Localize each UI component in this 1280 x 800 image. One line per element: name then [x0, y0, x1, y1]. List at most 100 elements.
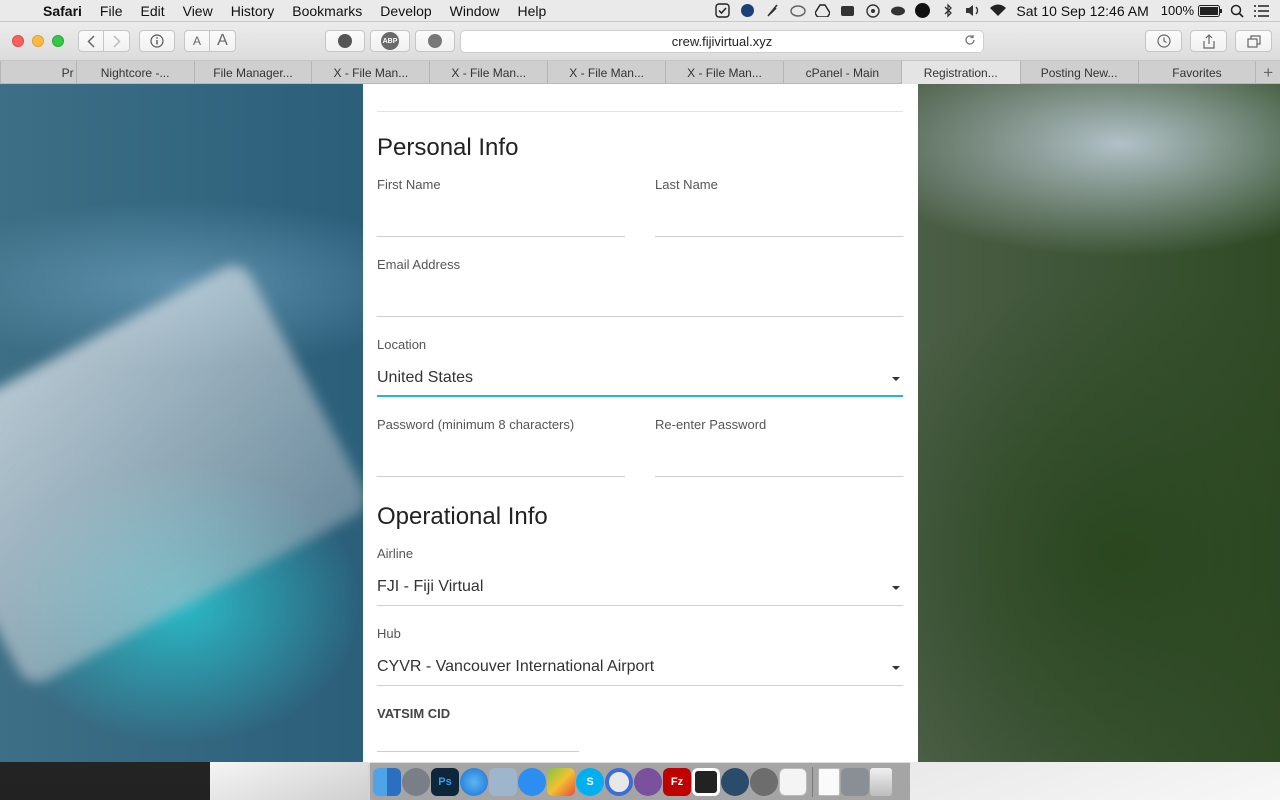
filezilla-icon[interactable]: Fz: [663, 767, 691, 796]
grammarly-extension-button[interactable]: [415, 30, 455, 52]
menu-file[interactable]: File: [91, 3, 132, 19]
adblock-extension-button[interactable]: ABP: [370, 30, 410, 52]
menu-bookmarks[interactable]: Bookmarks: [283, 3, 371, 19]
shield-extension-button[interactable]: [325, 30, 365, 52]
first-name-label: First Name: [377, 177, 441, 192]
document-stack-icon[interactable]: [818, 767, 840, 796]
finder-icon[interactable]: [373, 767, 401, 796]
tab-1[interactable]: Pr: [0, 61, 77, 84]
citrix-icon[interactable]: [692, 767, 720, 796]
textedit-icon[interactable]: [779, 767, 807, 796]
skype-icon[interactable]: S: [576, 767, 604, 796]
location-select-underline: [377, 395, 903, 397]
adblock-icon: ABP: [381, 32, 399, 50]
vatsim-cid-label: VATSIM CID: [377, 706, 451, 721]
re-enter-password-field[interactable]: [655, 476, 903, 477]
history-button[interactable]: [1145, 30, 1182, 52]
dropbox-icon[interactable]: [835, 0, 860, 22]
increase-font-button[interactable]: A: [210, 30, 236, 52]
wifi-icon[interactable]: [985, 0, 1010, 22]
re-enter-password-label: Re-enter Password: [655, 417, 767, 432]
menu-app-name[interactable]: Safari: [34, 3, 91, 19]
safari-toolbar: A A ABP crew.fijivirtual.xyz: [0, 22, 1280, 61]
tab-label: X - File Man...: [333, 65, 409, 80]
new-tab-button[interactable]: +: [1256, 61, 1280, 84]
menu-history[interactable]: History: [222, 3, 284, 19]
fullscreen-window-button[interactable]: [52, 35, 64, 47]
tab-3[interactable]: File Manager...: [195, 61, 313, 84]
feather-status-icon[interactable]: [760, 0, 785, 22]
background-photo-wing: [0, 258, 373, 690]
volume-icon[interactable]: [960, 0, 985, 22]
airline-select[interactable]: FJI - Fiji Virtual: [377, 578, 483, 596]
tab-bar: Pr Nightcore -... File Manager... X - Fi…: [0, 61, 1280, 84]
chrome-icon[interactable]: [605, 767, 633, 796]
tab-4[interactable]: X - File Man...: [312, 61, 431, 84]
address-bar[interactable]: crew.fijivirtual.xyz: [460, 30, 984, 53]
minimize-window-button[interactable]: [32, 35, 44, 47]
email-field[interactable]: [377, 316, 903, 317]
system-preferences-icon[interactable]: [750, 767, 778, 796]
menu-edit[interactable]: Edit: [131, 3, 173, 19]
tab-label: Nightcore -...: [100, 65, 170, 80]
first-name-field[interactable]: [377, 236, 625, 237]
settings-status-icon[interactable]: [860, 0, 885, 22]
safari-window: A A ABP crew.fijivirtual.xyz Pr Nightcor…: [0, 22, 1280, 762]
battery-percentage[interactable]: 100%: [1155, 3, 1196, 18]
forward-button[interactable]: [104, 30, 130, 52]
bluestacks-icon[interactable]: [547, 767, 575, 796]
hub-select[interactable]: CYVR - Vancouver International Airport: [377, 658, 654, 676]
chevron-down-icon[interactable]: [892, 377, 900, 381]
chevron-down-icon[interactable]: [892, 666, 900, 670]
tab-label: Registration...: [923, 65, 998, 80]
downloads-stack-icon[interactable]: [841, 767, 869, 796]
tab-2[interactable]: Nightcore -...: [77, 61, 195, 84]
tab-label: X - File Man...: [569, 65, 644, 80]
bluetooth-icon[interactable]: [935, 0, 960, 22]
tab-8[interactable]: cPanel - Main: [784, 61, 902, 84]
spotlight-search-icon[interactable]: [1224, 0, 1249, 22]
vatsim-cid-field[interactable]: [377, 751, 579, 752]
show-tabs-button[interactable]: [1235, 30, 1272, 52]
viber-icon[interactable]: [634, 767, 662, 796]
menubar-clock[interactable]: Sat 10 Sep 12:46 AM: [1010, 3, 1154, 19]
app-store-icon[interactable]: [518, 767, 546, 796]
globe-status-icon[interactable]: [735, 0, 760, 22]
eye-status-icon[interactable]: [885, 0, 910, 22]
tab-7[interactable]: X - File Man...: [666, 61, 784, 84]
tab-11[interactable]: Favorites: [1139, 61, 1257, 84]
photoshop-icon[interactable]: Ps: [431, 767, 459, 796]
decrease-font-button[interactable]: A: [184, 30, 210, 52]
viber-status-icon[interactable]: [910, 0, 935, 22]
close-window-button[interactable]: [12, 35, 24, 47]
chevron-down-icon[interactable]: [892, 586, 900, 590]
menu-window[interactable]: Window: [441, 3, 509, 19]
reload-icon[interactable]: [964, 34, 976, 49]
page-info-button[interactable]: [139, 30, 175, 52]
tab-label: X - File Man...: [687, 65, 762, 80]
creative-cloud-icon[interactable]: [785, 0, 810, 22]
preview-icon[interactable]: [489, 767, 517, 796]
tab-5[interactable]: X - File Man...: [430, 61, 549, 84]
tab-9-active[interactable]: Registration...: [901, 61, 1021, 84]
google-drive-icon[interactable]: [810, 0, 835, 22]
menu-view[interactable]: View: [174, 3, 222, 19]
menu-help[interactable]: Help: [508, 3, 555, 19]
battery-icon[interactable]: [1196, 0, 1224, 22]
share-button[interactable]: [1190, 30, 1227, 52]
launchpad-icon[interactable]: [402, 767, 430, 796]
menu-develop[interactable]: Develop: [371, 3, 440, 19]
tab-10[interactable]: Posting New...: [1021, 61, 1139, 84]
last-name-field[interactable]: [655, 236, 903, 237]
back-button[interactable]: [78, 30, 104, 52]
time-machine-icon[interactable]: [721, 767, 749, 796]
shield-icon: [338, 34, 352, 48]
notification-center-icon[interactable]: [1249, 0, 1274, 22]
location-select[interactable]: United States: [377, 369, 473, 387]
safari-icon[interactable]: [460, 767, 488, 796]
tab-6[interactable]: X - File Man...: [548, 61, 667, 84]
checkmark-status-icon[interactable]: [710, 0, 735, 22]
password-field[interactable]: [377, 476, 625, 477]
back-forward-group: [78, 30, 130, 52]
trash-icon[interactable]: [870, 767, 892, 796]
